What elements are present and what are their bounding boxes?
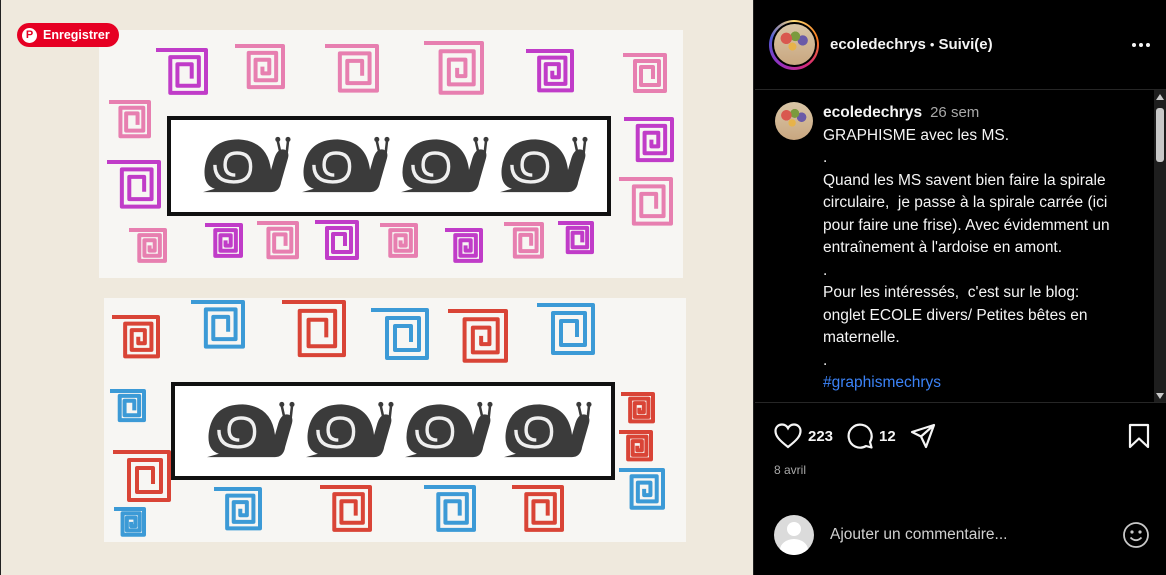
caption-body: GRAPHISME avec les MS. . Quand les MS sa… <box>823 126 1110 369</box>
caption-area[interactable]: ecoledechrys 26 sem GRAPHISME avec les MS… <box>755 90 1166 403</box>
author-avatar[interactable] <box>769 19 819 70</box>
heart-icon <box>774 423 802 449</box>
comment-row <box>755 504 1166 566</box>
artwork <box>99 30 686 542</box>
post-side-panel: ecoledechrys • Suivi(e) ecoledechrys 26 s… <box>755 0 1166 575</box>
hashtag-link[interactable]: #graphismechrys <box>823 372 1123 395</box>
bookmark-icon <box>1128 423 1150 449</box>
separator-dot: • <box>929 37 935 52</box>
share-button[interactable] <box>910 423 936 449</box>
emoji-icon[interactable] <box>1122 521 1150 549</box>
scroll-up-arrow[interactable] <box>1156 94 1164 100</box>
caption-scrollbar[interactable] <box>1154 90 1166 402</box>
post-date[interactable]: 8 avril <box>755 463 1166 477</box>
user-avatar <box>774 515 814 555</box>
comment-icon <box>847 423 873 449</box>
pinterest-save-label: Enregistrer <box>43 28 110 42</box>
follow-status-button[interactable]: Suivi(e) <box>938 36 992 53</box>
save-post-button[interactable] <box>1128 423 1150 449</box>
post-photo[interactable]: P Enregistrer <box>0 0 754 575</box>
pinterest-icon: P <box>22 27 37 43</box>
share-icon <box>910 423 935 449</box>
like-count: 223 <box>808 427 834 445</box>
scroll-down-arrow[interactable] <box>1156 393 1164 399</box>
caption-avatar[interactable] <box>775 102 813 140</box>
comment-button[interactable]: 12 <box>847 423 910 449</box>
action-bar: 223 12 <box>755 403 1166 469</box>
pinterest-save-button[interactable]: P Enregistrer <box>17 23 119 47</box>
comment-count: 12 <box>879 427 896 445</box>
like-button[interactable]: 223 <box>774 423 847 449</box>
comment-input[interactable] <box>830 526 1122 544</box>
more-icon[interactable] <box>1132 37 1150 53</box>
caption-time[interactable]: 26 sem <box>930 104 979 121</box>
caption: ecoledechrys 26 sem GRAPHISME avec les MS… <box>823 102 1123 395</box>
scroll-thumb[interactable] <box>1156 108 1164 162</box>
author-username[interactable]: ecoledechrys <box>830 36 926 53</box>
caption-username[interactable]: ecoledechrys <box>823 104 922 121</box>
post-header: ecoledechrys • Suivi(e) <box>755 0 1166 90</box>
